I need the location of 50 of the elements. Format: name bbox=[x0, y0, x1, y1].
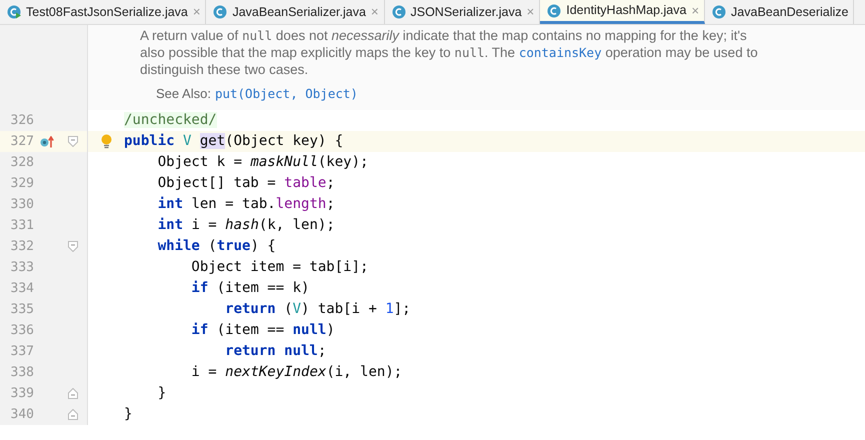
line-number: 331 bbox=[10, 216, 34, 235]
line-number: 339 bbox=[10, 384, 34, 403]
code-line: if (item == k) bbox=[190, 279, 310, 298]
line-number: 333 bbox=[10, 258, 34, 277]
editor-tab[interactable]: IdentityHashMap.java × bbox=[540, 0, 706, 24]
line-number: 332 bbox=[10, 238, 34, 256]
override-method-icon[interactable] bbox=[40, 136, 54, 148]
code-line: Object[] tab = table; bbox=[156, 174, 335, 193]
code-line: } bbox=[156, 384, 166, 403]
close-icon[interactable]: × bbox=[691, 0, 700, 20]
line-number: 340 bbox=[10, 406, 34, 424]
code-line: } bbox=[124, 405, 132, 424]
code-line: int len = tab.length; bbox=[156, 195, 335, 214]
close-icon[interactable]: × bbox=[192, 2, 200, 22]
code-line: return (V) tab[i + 1]; bbox=[224, 300, 411, 319]
line-number: 336 bbox=[10, 322, 34, 340]
close-icon[interactable]: × bbox=[370, 2, 378, 22]
fold-marker-icon[interactable] bbox=[68, 388, 78, 399]
tab-label: JavaBeanSerializer.java bbox=[232, 4, 366, 21]
lightbulb-icon[interactable] bbox=[100, 134, 112, 149]
line-number: 334 bbox=[10, 280, 34, 298]
line-number: 326 bbox=[10, 112, 34, 130]
code-line: Object item = tab[i]; bbox=[190, 258, 368, 277]
code-line: public V get(Object key) { bbox=[124, 132, 344, 151]
see-also-label: See Also: bbox=[156, 85, 211, 102]
fold-marker-icon[interactable] bbox=[68, 241, 78, 252]
code-line: return null; bbox=[224, 342, 326, 361]
tab-label: IdentityHashMap.java bbox=[566, 2, 686, 20]
close-icon[interactable]: × bbox=[526, 2, 534, 22]
fold-marker-icon[interactable] bbox=[68, 136, 78, 147]
line-number: 329 bbox=[10, 174, 34, 193]
line-number: 335 bbox=[10, 300, 34, 319]
code-line: i = nextKeyIndex(i, len); bbox=[190, 363, 402, 382]
editor-tab[interactable]: JSONSerializer.java × bbox=[384, 0, 540, 24]
doc-link[interactable]: put(Object, Object) bbox=[214, 85, 358, 102]
line-number: 327 bbox=[10, 132, 34, 151]
documentation-text: A return value of null does not necessarily indicate that the map contains no mapping for the key; it's also possible that the map explicitly maps the key to null. The containsKey operation may be used to distinguish these two cases. bbox=[140, 27, 759, 78]
line-number: 337 bbox=[10, 342, 34, 361]
code-line: if (item == null) bbox=[190, 321, 335, 340]
code-line: Object k = maskNull(key); bbox=[156, 153, 368, 172]
line-number: 338 bbox=[10, 364, 34, 382]
fold-marker-icon[interactable] bbox=[68, 409, 78, 420]
doc-link[interactable]: containsKey bbox=[518, 45, 602, 60]
code-line: int i = hash(k, len); bbox=[156, 216, 335, 235]
tab-label: Test08FastJsonSerialize.java bbox=[26, 4, 188, 21]
line-number: 328 bbox=[10, 154, 34, 172]
line-number: 330 bbox=[10, 196, 34, 214]
tab-label: JSONSerializer.java bbox=[410, 4, 522, 21]
tab-label: JavaBeanDeserialize bbox=[731, 4, 848, 21]
code-line: while (true) { bbox=[156, 237, 276, 256]
